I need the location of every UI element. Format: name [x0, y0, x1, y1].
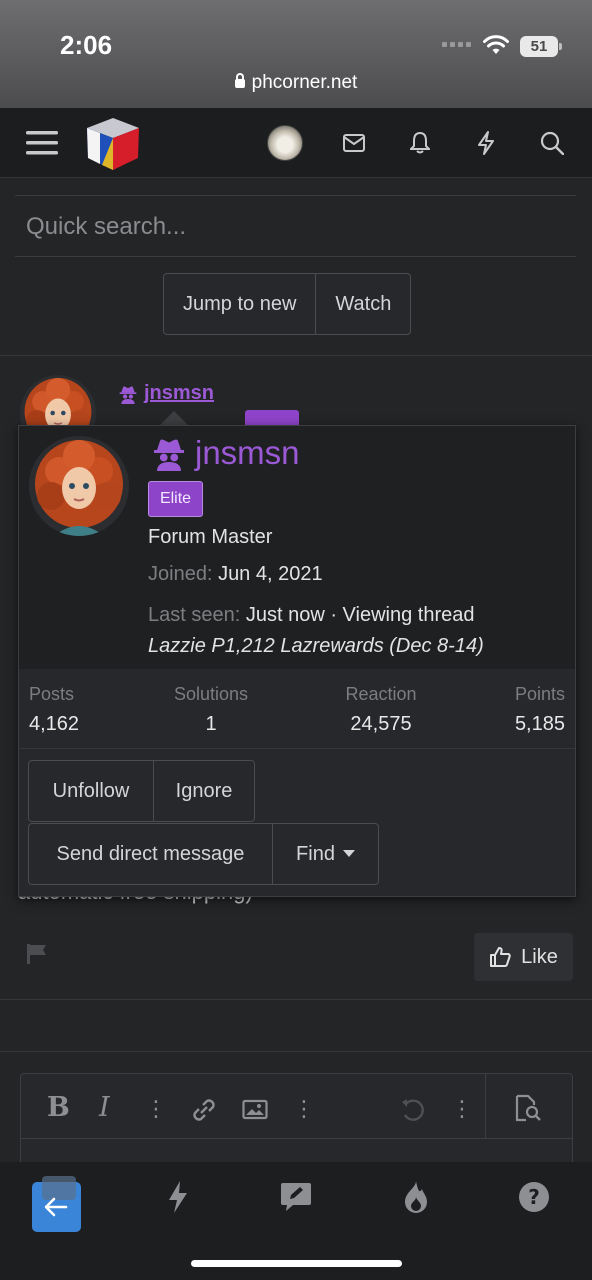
find-label: Find — [296, 842, 335, 865]
home-indicator — [191, 1260, 402, 1267]
last-seen-label: Last seen: — [148, 604, 241, 626]
stat-value: 5,185 — [514, 713, 565, 735]
address-bar[interactable]: phcorner.net — [0, 72, 592, 94]
fire-tab[interactable] — [396, 1177, 436, 1217]
spy-icon — [118, 384, 138, 404]
joined-info: Joined: Jun 4, 2021 — [148, 563, 323, 586]
divider — [0, 1051, 592, 1052]
preview-icon[interactable] — [513, 1094, 543, 1124]
link-icon[interactable] — [190, 1096, 218, 1124]
help-icon: ? — [519, 1182, 549, 1212]
unfollow-button[interactable]: Unfollow — [28, 760, 154, 822]
post-author-name: jnsmsn — [144, 382, 215, 404]
back-tab-button[interactable] — [32, 1176, 81, 1232]
stat-solutions[interactable]: Solutions 1 — [169, 684, 253, 736]
lightning-icon[interactable] — [466, 108, 506, 178]
elite-badge: Elite — [148, 481, 203, 517]
popup-arrow — [160, 411, 188, 425]
spy-icon — [151, 435, 187, 471]
card-header: jnsmsn Elite Forum Master Joined: Jun 4,… — [19, 426, 575, 669]
ios-status-bar: 2:06 51 phcorner.net — [0, 0, 592, 108]
more-options-icon[interactable]: ⋮ — [145, 1096, 167, 1122]
stat-reaction[interactable]: Reaction 24,575 — [337, 684, 425, 736]
user-avatar[interactable] — [267, 125, 303, 161]
stat-label: Reaction — [345, 684, 417, 704]
member-tooltip-card: jnsmsn Elite Forum Master Joined: Jun 4,… — [18, 425, 576, 897]
stat-label: Posts — [29, 684, 75, 704]
stat-value: 4,162 — [29, 713, 80, 735]
member-actions: Unfollow Ignore Send direct message Find — [19, 749, 575, 896]
last-seen-info: Last seen: Just now · Viewing thread Laz… — [148, 600, 568, 662]
thread-button-group: Jump to new Watch — [163, 273, 412, 335]
svg-text:?: ? — [528, 1185, 540, 1209]
compose-tab[interactable] — [276, 1177, 316, 1217]
cellular-signal-icon — [442, 42, 471, 47]
viewing-thread-link[interactable]: Lazzie P1,212 Lazrewards (Dec 8-14) — [148, 635, 484, 657]
lightning-icon — [169, 1181, 187, 1213]
reply-editor[interactable]: B I ⋮ ⋮ ⋮ — [20, 1073, 573, 1173]
user-title: Forum Master — [148, 526, 273, 548]
caret-down-icon — [342, 850, 355, 857]
member-username: jnsmsn — [195, 434, 300, 471]
italic-button[interactable]: I — [99, 1092, 110, 1123]
divider — [0, 999, 592, 1000]
undo-icon[interactable] — [399, 1096, 427, 1124]
quick-search-input[interactable]: Quick search... — [15, 195, 576, 257]
more-options-icon[interactable]: ⋮ — [293, 1096, 315, 1122]
envelope-icon[interactable] — [334, 108, 374, 178]
lock-icon — [234, 73, 245, 88]
member-username-link[interactable]: jnsmsn — [151, 434, 300, 472]
more-options-icon[interactable]: ⋮ — [451, 1096, 473, 1122]
phcorner-logo[interactable] — [84, 116, 142, 172]
stat-value: 1 — [205, 713, 217, 735]
hamburger-icon[interactable] — [22, 108, 62, 178]
report-flag-icon[interactable] — [26, 943, 48, 965]
like-label: Like — [521, 945, 558, 968]
divider — [0, 355, 592, 356]
stat-posts[interactable]: Posts 4,162 — [29, 684, 79, 736]
send-direct-message-button[interactable]: Send direct message — [28, 823, 273, 885]
like-button[interactable]: Like — [474, 933, 573, 981]
battery-indicator: 51 — [520, 36, 562, 57]
wifi-icon — [483, 35, 509, 54]
joined-date: Jun 4, 2021 — [218, 563, 323, 585]
toolbar-divider — [21, 1138, 572, 1139]
member-stats: Posts 4,162 Solutions 1 Reaction 24,575 … — [19, 669, 575, 749]
lightning-tab[interactable] — [158, 1177, 198, 1217]
search-icon[interactable] — [532, 108, 572, 178]
jump-to-new-button[interactable]: Jump to new — [164, 274, 317, 334]
thumbs-up-icon — [490, 947, 511, 967]
fire-icon — [405, 1181, 427, 1213]
bold-button[interactable]: B — [47, 1092, 70, 1123]
url-text: phcorner.net — [251, 72, 358, 93]
ignore-button[interactable]: Ignore — [153, 760, 255, 822]
find-dropdown-button[interactable]: Find — [272, 823, 379, 885]
member-avatar[interactable] — [29, 436, 129, 536]
stat-points[interactable]: Points 5,185 — [515, 684, 565, 736]
toolbar-divider — [485, 1074, 486, 1138]
image-icon[interactable] — [242, 1099, 268, 1121]
post-author-link[interactable]: jnsmsn — [118, 382, 214, 405]
joined-label: Joined: — [148, 563, 213, 585]
stat-label: Solutions — [173, 684, 249, 704]
help-tab[interactable]: ? — [514, 1177, 554, 1217]
watch-button[interactable]: Watch — [316, 274, 410, 334]
stat-value: 24,575 — [350, 713, 412, 735]
clock: 2:06 — [60, 30, 113, 60]
last-seen-value: Just now · Viewing thread — [245, 604, 475, 626]
back-arrow-icon — [44, 1197, 68, 1217]
compose-icon — [281, 1183, 311, 1211]
bell-icon[interactable] — [400, 108, 440, 178]
stat-label: Points — [514, 684, 565, 704]
